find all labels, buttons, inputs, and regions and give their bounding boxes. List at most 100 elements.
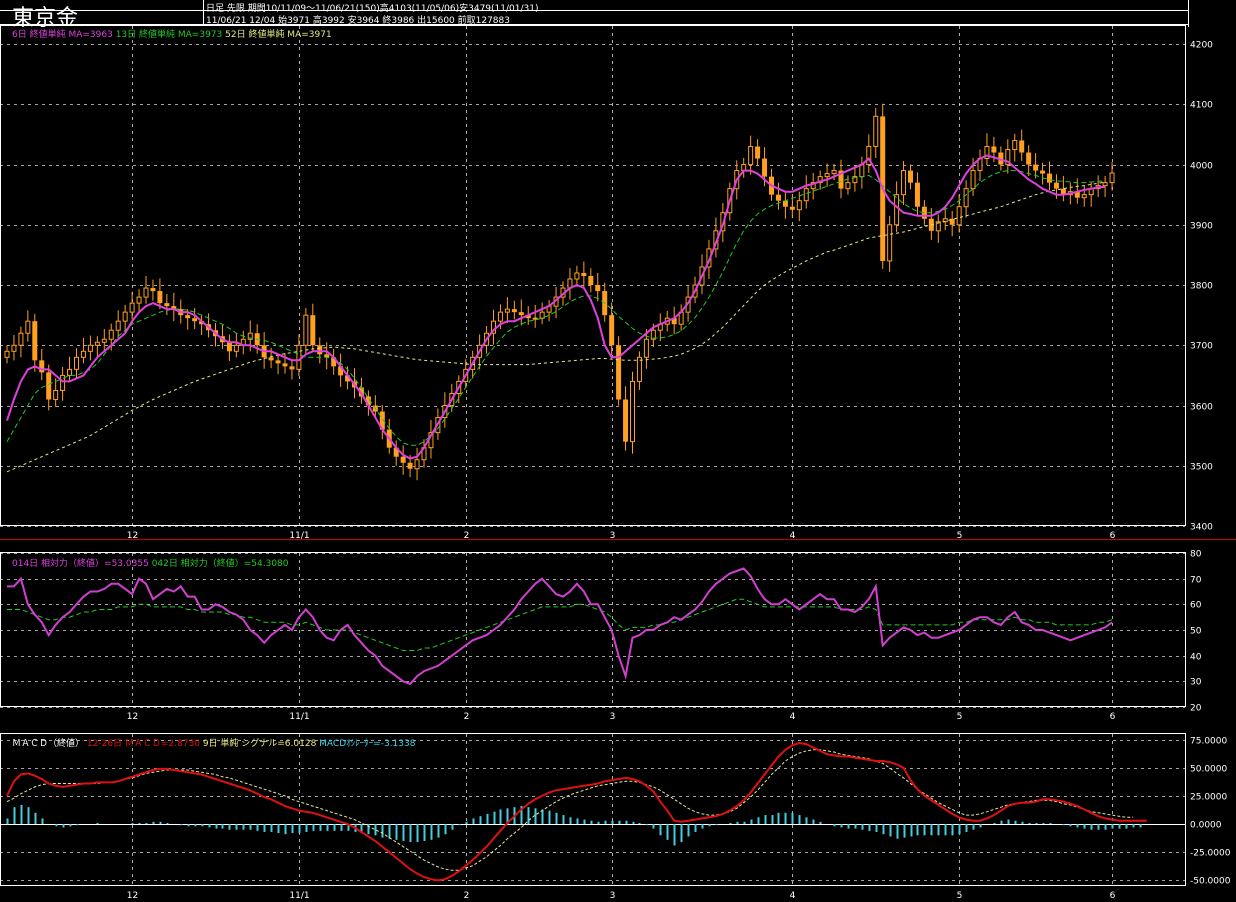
- candle-body-up: [1081, 194, 1087, 199]
- candle-body-down: [46, 372, 52, 400]
- candle-body-up: [824, 173, 830, 178]
- legend-ma6: 6日 終値単純 MA=3963: [12, 30, 113, 40]
- rsi-panel-frame: [0, 552, 1186, 707]
- candle-body-down: [782, 200, 788, 207]
- rsi-y-tick-label: 70: [1190, 576, 1202, 586]
- price-x-tick-label: 12: [127, 531, 138, 541]
- candle-body-up: [796, 200, 802, 211]
- candle-body-up: [4, 350, 10, 358]
- candle-body-up: [233, 344, 239, 352]
- candle-body-up: [74, 356, 79, 370]
- candle-body-up: [887, 224, 893, 262]
- candle-body-down: [157, 291, 163, 304]
- candle-body-down: [400, 456, 406, 463]
- candle-body-up: [831, 170, 837, 175]
- rsi-y-tick-label: 20: [1190, 704, 1202, 714]
- price-x-tick-label: 2: [464, 531, 470, 541]
- candle-body-up: [504, 308, 510, 313]
- candle-body-up: [574, 272, 580, 280]
- candle-body-down: [150, 288, 156, 292]
- candle-body-down: [1026, 152, 1032, 165]
- candle-body-up: [53, 389, 59, 400]
- candle-body-up: [539, 311, 545, 319]
- candle-body-down: [310, 315, 316, 346]
- price-y-tick-label: 4000: [1190, 162, 1213, 172]
- candle-body-down: [581, 272, 587, 276]
- candle-body-down: [164, 303, 170, 307]
- candle-body-up: [845, 182, 851, 190]
- candle-body-up: [873, 115, 879, 147]
- price-x-tick-label: 11/1: [289, 531, 309, 541]
- candle-body-up: [18, 332, 24, 346]
- macd-panel-frame: [0, 733, 1186, 886]
- macd-y-tick-label: 0.0000: [1190, 821, 1222, 831]
- candle-body-up: [497, 311, 503, 322]
- macd-y-tick-label: 75.0000: [1190, 737, 1227, 747]
- candle-body-up: [956, 206, 962, 226]
- candle-body-up: [963, 188, 969, 208]
- candle-body-down: [511, 309, 517, 313]
- candle-body-up: [25, 320, 31, 334]
- price-y-tick-label: 3600: [1190, 403, 1213, 413]
- candle-body-up: [122, 311, 128, 322]
- candle-body-down: [1053, 182, 1059, 189]
- legend-ma52: 52日 終値単純 MA=3971: [225, 30, 332, 40]
- legend-macd: 12-26日 ＭＡＣＤ=2.8730: [86, 739, 200, 749]
- price-x-tick-label: 3: [610, 531, 616, 541]
- price-panel-frame: [0, 25, 1186, 526]
- rsi-y-tick-label: 40: [1190, 653, 1202, 663]
- candle-body-up: [303, 314, 309, 346]
- price-legend: 6日 終値単純 MA=3963 13日 終値単純 MA=3973 52日 終値単…: [12, 27, 332, 40]
- candle-body-down: [268, 357, 274, 361]
- candle-body-up: [1012, 139, 1018, 150]
- rsi-x-tick-label: 6: [1110, 712, 1116, 722]
- candle-body-up: [970, 170, 976, 190]
- price-y-tick-label: 3700: [1190, 342, 1213, 352]
- rsi-legend: 014日 相対力（終値）=53.0355 042日 相対力（終値）=54.308…: [12, 556, 289, 569]
- candle-body-up: [1109, 172, 1115, 184]
- price-y-tick-label: 4200: [1190, 41, 1213, 51]
- rsi14-line: [7, 567, 1113, 686]
- macd-x-tick-label: 3: [610, 891, 616, 901]
- rsi-x-tick-label: 4: [790, 712, 796, 722]
- candle-body-down: [289, 366, 295, 370]
- candle-body-down: [616, 345, 622, 400]
- candle-body-down: [991, 146, 997, 153]
- candle-body-down: [1019, 140, 1025, 153]
- rsi-x-tick-label: 5: [957, 712, 963, 722]
- candle-body-down: [282, 363, 288, 367]
- price-y-tick-label: 3900: [1190, 222, 1213, 232]
- candle-body-down: [192, 318, 198, 322]
- candle-body-up: [803, 188, 809, 202]
- candle-body-down: [762, 158, 768, 177]
- candle-body-up: [414, 459, 420, 470]
- candle-body-down: [518, 312, 524, 316]
- legend-oscillator: MACDｵｼﾚｰﾀｰ=-3.1338: [319, 739, 416, 749]
- chart-canvas: 3400 3500 3600 3700 3800 3900 4000 4100 4200 12 11…: [0, 0, 1236, 901]
- candle-body-down: [595, 285, 601, 292]
- candle-body-up: [101, 338, 107, 343]
- candle-body-down: [1033, 164, 1039, 171]
- candle-body-up: [129, 302, 135, 313]
- candle-body-down: [185, 315, 191, 319]
- price-y-tick-label: 3400: [1190, 523, 1213, 533]
- candle-body-down: [623, 399, 629, 442]
- candle-body-up: [115, 320, 121, 331]
- candle-body-up: [636, 356, 642, 382]
- macd-x-tick-label: 2: [464, 891, 470, 901]
- macd-y-tick-label: -25.0000: [1190, 849, 1231, 859]
- candle-body-up: [143, 287, 149, 298]
- candle-body-down: [755, 146, 761, 159]
- legend-rsi14: 014日 相対力（終値）=53.0355: [12, 559, 149, 569]
- legend-rsi42: 042日 相対力（終値）=54.3080: [151, 559, 289, 569]
- candle-body-up: [67, 368, 73, 376]
- candle-body-down: [1047, 173, 1052, 183]
- candle-body-down: [226, 342, 232, 352]
- macd-x-tick-label: 5: [957, 891, 963, 901]
- candle-body-down: [407, 462, 413, 469]
- candle-body-up: [136, 296, 142, 304]
- rsi-y-tick-label: 80: [1190, 550, 1202, 560]
- candle-body-up: [630, 380, 635, 443]
- rsi-x-tick-label: 2: [464, 712, 470, 722]
- macd-x-tick-label: 4: [790, 891, 796, 901]
